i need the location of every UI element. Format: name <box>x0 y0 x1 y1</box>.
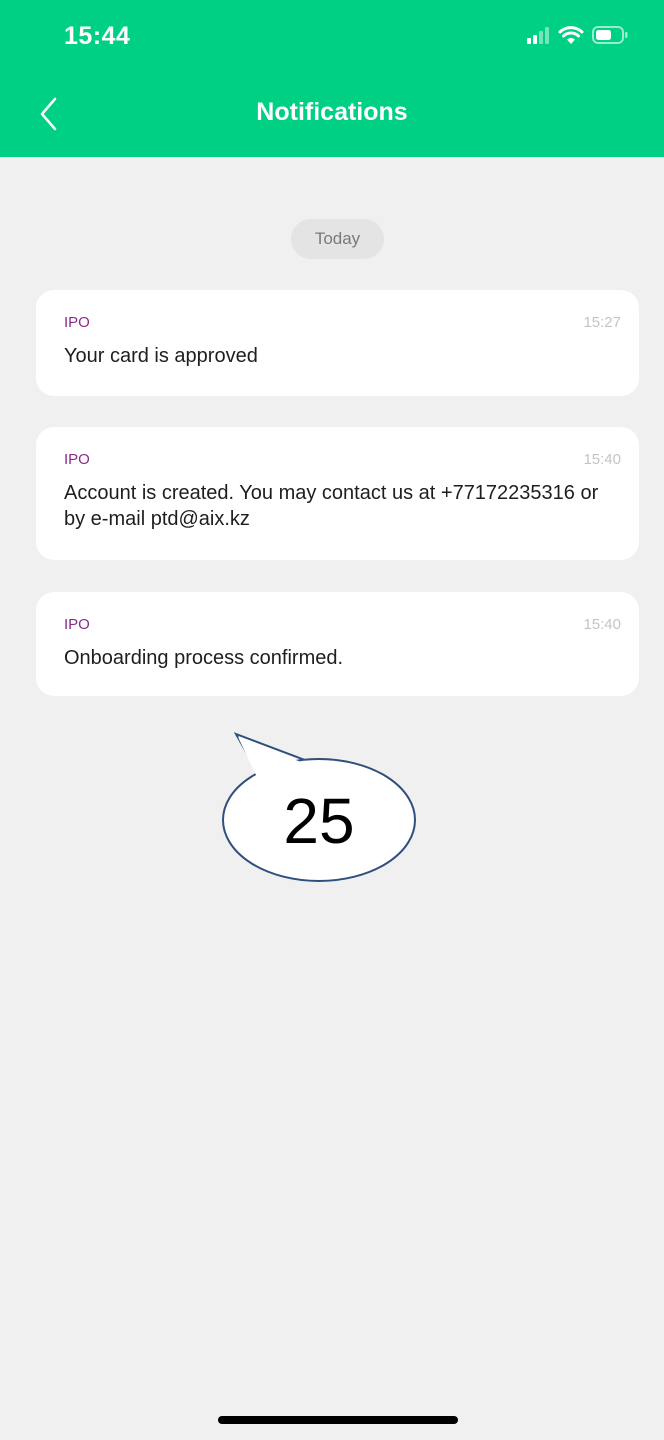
notification-time: 15:40 <box>583 616 621 633</box>
notification-time: 15:40 <box>583 451 621 468</box>
notification-card[interactable]: IPO 15:40 Onboarding process confirmed. <box>36 592 639 696</box>
notification-sender: IPO <box>64 451 90 468</box>
callout-number: 25 <box>283 784 355 857</box>
wifi-icon <box>558 25 584 50</box>
notifications-screen: 15:44 Notifications Today IPO 15:27 Your… <box>0 0 664 1440</box>
signal-icon <box>526 26 550 49</box>
home-indicator[interactable] <box>218 1416 458 1424</box>
callout-bubble <box>222 732 416 882</box>
status-icons <box>526 25 628 50</box>
notification-sender: IPO <box>64 616 90 633</box>
notification-message: Onboarding process confirmed. <box>64 647 344 669</box>
notification-message: Your card is approved <box>64 345 258 367</box>
notification-time: 15:27 <box>583 314 621 331</box>
app-header: 15:44 Notifications <box>0 0 664 157</box>
notification-message: Account is created. You may contact us a… <box>64 482 599 530</box>
notification-card[interactable]: IPO 15:27 Your card is approved <box>36 290 639 396</box>
notification-card[interactable]: IPO 15:40 Account is created. You may co… <box>36 427 639 560</box>
date-group-label: Today <box>291 219 384 259</box>
page-title: Notifications <box>256 98 408 126</box>
notification-sender: IPO <box>64 314 90 331</box>
battery-icon <box>592 25 628 50</box>
status-time: 15:44 <box>64 22 131 50</box>
